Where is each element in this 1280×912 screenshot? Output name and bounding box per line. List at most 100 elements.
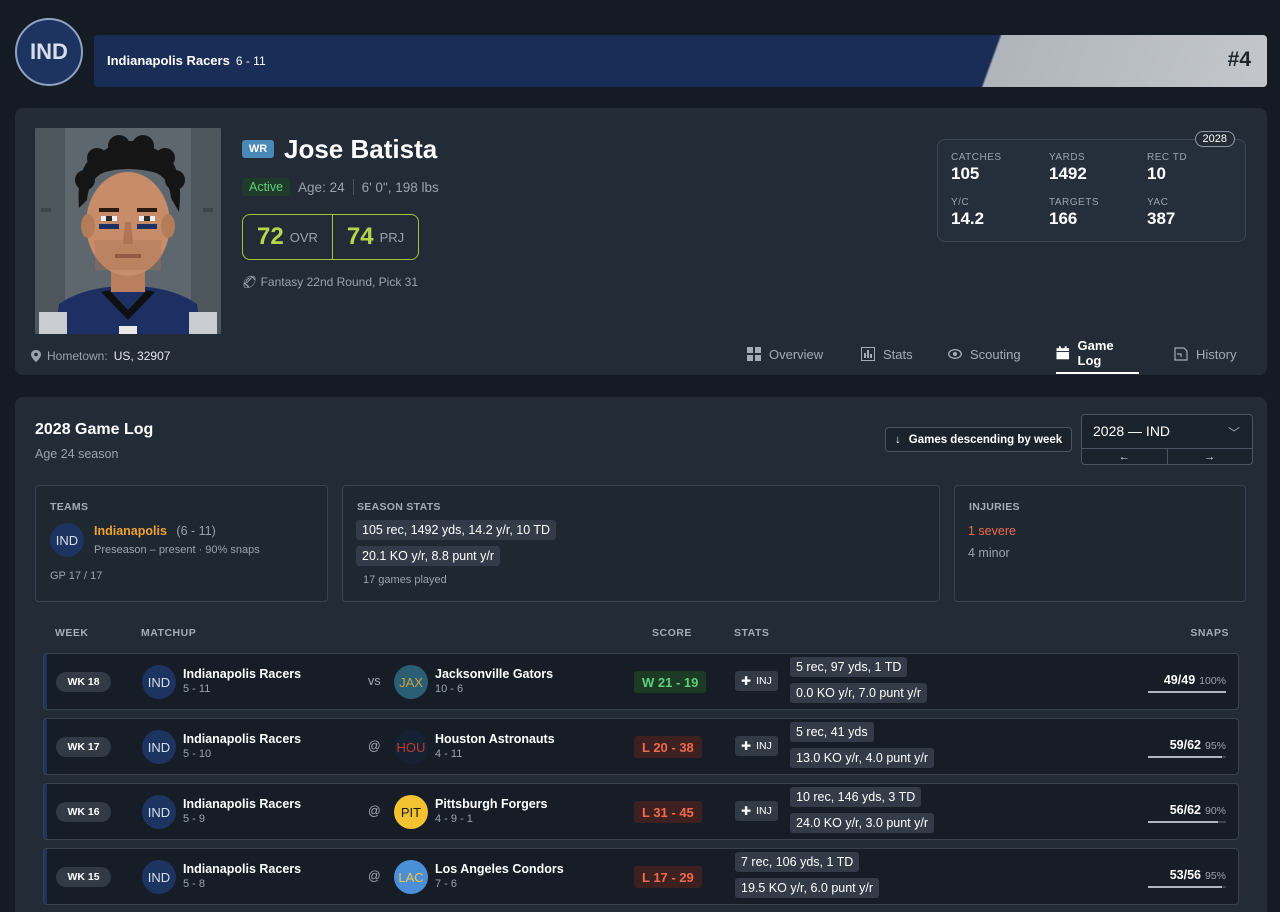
team-logo[interactable]: IND <box>15 18 83 86</box>
score-badge: L 31 - 45 <box>634 801 702 823</box>
home-team-name[interactable]: Indianapolis Racers <box>183 862 301 876</box>
severe-injuries[interactable]: 1 severe <box>968 524 1016 538</box>
snap-bar-fill <box>1148 691 1226 693</box>
opponent-name[interactable]: Los Angeles Condors <box>435 862 564 876</box>
season-select[interactable]: 2028 — IND ﹀ ← → <box>1081 414 1253 465</box>
tab-scouting[interactable]: Scouting <box>948 334 1021 374</box>
team-banner[interactable]: Indianapolis Racers 6 - 11 #4 <box>94 35 1267 87</box>
week-pill: WK 15 <box>56 867 111 887</box>
football-icon: 🏈︎ <box>242 275 261 289</box>
snap-bar <box>1148 886 1226 888</box>
snap-bar <box>1148 821 1226 823</box>
game-row[interactable]: WK 16 IND Indianapolis Racers 5 - 9 @ PIT Pitt… <box>43 783 1239 840</box>
matchup-separator: @ <box>368 804 381 818</box>
hometown: Hometown: US, 32907 <box>31 349 170 363</box>
game-stat-line-2: 19.5 KO y/r, 6.0 punt y/r <box>735 878 880 898</box>
injury-badge[interactable]: ✚ INJ <box>735 736 778 756</box>
game-stat-line-1: 7 rec, 106 yds, 1 TD <box>735 852 860 872</box>
season-nav: ← → <box>1082 448 1252 465</box>
game-row[interactable]: WK 15 IND Indianapolis Racers 5 - 8 @ LAC Los … <box>43 848 1239 905</box>
season-year-chip[interactable]: 2028 <box>1194 131 1235 147</box>
col-score: SCORE <box>652 627 692 639</box>
home-team-name[interactable]: Indianapolis Racers <box>183 732 301 746</box>
tab-overview[interactable]: Overview <box>747 334 823 374</box>
opponent-record: 7 - 6 <box>435 878 458 890</box>
game-stat-line-1: 10 rec, 146 yds, 3 TD <box>790 787 922 807</box>
game-log-title: 2028 Game Log <box>35 421 154 438</box>
games-played-count: 17 games played <box>363 574 447 586</box>
next-season-button[interactable]: → <box>1166 449 1253 465</box>
col-matchup: MATCHUP <box>141 627 197 639</box>
matchup-separator: @ <box>368 739 381 753</box>
week-pill: WK 18 <box>56 672 111 692</box>
player-card: Hometown: US, 32907 WR Jose Batista Activ… <box>15 108 1267 375</box>
stat-yac: YAC 387 <box>1147 197 1176 228</box>
ratings-box: 72 OVR 74 PRJ <box>242 214 420 260</box>
team-name: Indianapolis Racers 6 - 11 <box>107 53 266 68</box>
matchup-separator: @ <box>368 869 381 883</box>
snap-count: 56/62 90% <box>1169 803 1226 817</box>
opponent-name[interactable]: Pittsburgh Forgers <box>435 797 548 811</box>
position-badge: WR <box>242 140 274 158</box>
snap-bar-fill <box>1148 821 1219 823</box>
map-pin-icon <box>31 350 41 362</box>
opponent-record: 10 - 6 <box>435 683 464 695</box>
team-rank: #4 <box>1227 48 1251 71</box>
stat-catches: CATCHES 105 <box>951 152 1002 183</box>
home-team-logo: IND <box>142 730 176 764</box>
home-team-record: 5 - 8 <box>183 878 206 890</box>
col-week: WEEK <box>55 627 89 639</box>
home-team-name[interactable]: Indianapolis Racers <box>183 667 301 681</box>
matchup-separator: vs <box>368 674 381 688</box>
minor-injuries[interactable]: 4 minor <box>968 546 1010 560</box>
home-team-name[interactable]: Indianapolis Racers <box>183 797 301 811</box>
week-pill: WK 16 <box>56 802 111 822</box>
game-row[interactable]: WK 17 IND Indianapolis Racers 5 - 10 @ HOU Hou… <box>43 718 1239 775</box>
bar-chart-icon <box>861 347 875 361</box>
snap-bar <box>1148 691 1226 693</box>
opponent-logo: HOU <box>394 730 428 764</box>
chevron-down-icon: ﹀ <box>1227 426 1240 440</box>
snap-bar-fill <box>1148 886 1223 888</box>
home-team-record: 5 - 9 <box>183 813 206 825</box>
game-stat-line-1: 5 rec, 41 yds <box>790 722 874 742</box>
score-badge: L 17 - 29 <box>634 866 702 888</box>
hometown-value: US, 32907 <box>113 349 171 363</box>
opponent-logo: JAX <box>394 665 428 699</box>
tab-game-log[interactable]: Game Log <box>1056 334 1139 374</box>
score-badge: L 20 - 38 <box>634 736 702 758</box>
home-team-record: 5 - 11 <box>183 683 211 695</box>
score-badge: W 21 - 19 <box>634 671 707 693</box>
stat-rec-td: REC TD 10 <box>1147 152 1188 183</box>
player-name: Jose Batista <box>284 134 438 164</box>
tab-stats[interactable]: Stats <box>861 334 913 374</box>
arrow-down-icon: ↓ <box>895 433 901 446</box>
game-stat-line-2: 0.0 KO y/r, 7.0 punt y/r <box>790 683 928 703</box>
injury-badge[interactable]: ✚ INJ <box>735 671 778 691</box>
status-badge: Active <box>242 178 291 196</box>
season-stats-box: 2028 CATCHES 105 YARDS 1492 REC TD 10 Y/C 14… <box>937 131 1246 242</box>
team-mini-logo: IND <box>50 523 84 557</box>
opponent-name[interactable]: Jacksonville Gators <box>435 667 553 681</box>
game-stat-line-2: 13.0 KO y/r, 4.0 punt y/r <box>790 748 935 768</box>
game-row[interactable]: WK 18 IND Indianapolis Racers 5 - 11 vs JAX Ja… <box>43 653 1239 710</box>
projected-rating: 74 PRJ <box>331 215 418 259</box>
injury-badge[interactable]: ✚ INJ <box>735 801 778 821</box>
medical-cross-icon: ✚ <box>741 804 752 818</box>
tab-history[interactable]: History <box>1174 334 1236 374</box>
opponent-record: 4 - 9 - 1 <box>435 813 473 825</box>
game-log-card: 2028 Game Log Age 24 season ↓ Games desc… <box>15 397 1267 912</box>
calendar-icon <box>1056 346 1070 360</box>
team-link[interactable]: Indianapolis <box>94 524 167 538</box>
col-snaps: SNAPS <box>1190 627 1229 639</box>
season-stat-line-2: 20.1 KO y/r, 8.8 punt y/r <box>356 546 501 566</box>
medical-cross-icon: ✚ <box>741 674 752 688</box>
player-portrait <box>35 128 221 334</box>
sort-button[interactable]: ↓ Games descending by week <box>885 427 1073 452</box>
stat-yards: YARDS 1492 <box>1049 152 1087 183</box>
opponent-name[interactable]: Houston Astronauts <box>435 732 555 746</box>
prev-season-button[interactable]: ← <box>1082 449 1167 465</box>
opponent-logo: LAC <box>394 860 428 894</box>
injuries-panel: INJURIES 1 severe 4 minor <box>954 485 1246 602</box>
snap-count: 59/62 95% <box>1169 738 1226 752</box>
